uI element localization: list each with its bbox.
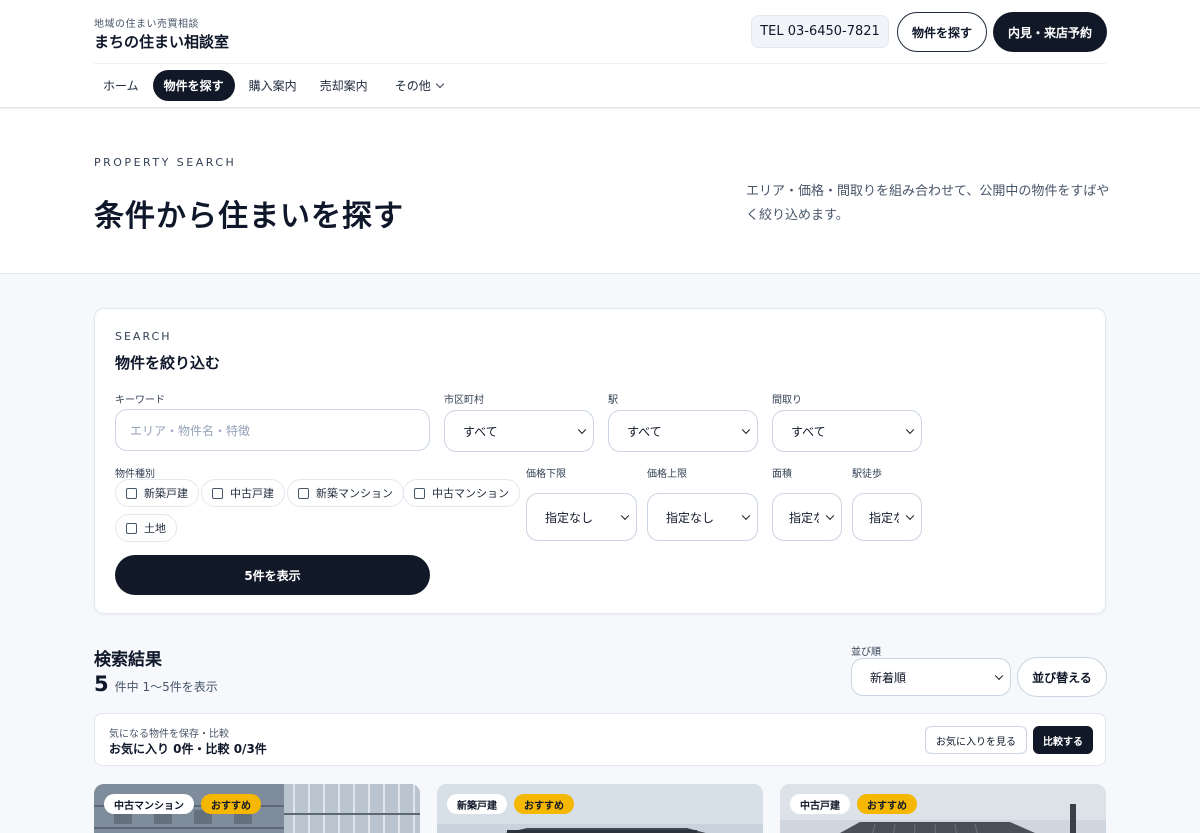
price-min-value: 指定なし <box>545 510 594 525</box>
type-checkbox-used-house[interactable]: 中古戸建 <box>201 479 285 507</box>
type-checkbox-new-house[interactable]: 新築戸建 <box>115 479 199 507</box>
search-eyebrow: SEARCH <box>115 330 172 343</box>
city-select[interactable]: すべて <box>444 410 594 452</box>
chevron-down-icon <box>905 511 915 521</box>
station-select[interactable]: すべて <box>608 410 758 452</box>
main-nav: ホーム 物件を探す 購入案内 売却案内 その他 <box>94 70 457 101</box>
property-type-label: 物件種別 <box>115 469 155 480</box>
recommended-badge: おすすめ <box>857 794 917 814</box>
chevron-down-icon <box>741 511 751 521</box>
price-max-select[interactable]: 指定なし <box>647 493 758 541</box>
hero-eyebrow: PROPERTY SEARCH <box>94 156 237 169</box>
price-max-label: 価格上限 <box>647 469 687 480</box>
type-checkbox-new-mansion[interactable]: 新築マンション <box>287 479 404 507</box>
layout-select[interactable]: すべて <box>772 410 922 452</box>
layout-label: 間取り <box>772 395 802 406</box>
site-header: 地域の住まい売買相談 まちの住まい相談室 TEL 03-6450-7821 物件… <box>0 0 1200 108</box>
walk-select[interactable]: 指定なし <box>852 493 922 541</box>
sort-select-value: 新着順 <box>870 670 907 685</box>
compare-button[interactable]: 比較する <box>1033 726 1093 754</box>
area-select[interactable]: 指定なし <box>772 493 842 541</box>
type-label-land: 土地 <box>144 522 166 535</box>
hero-description: エリア・価格・間取りを組み合わせて、公開中の物件をすばやく絞り込めます。 <box>746 184 1110 223</box>
walk-value: 指定なし <box>869 510 899 525</box>
checkbox-icon <box>414 487 425 499</box>
checkbox-icon <box>212 487 223 499</box>
chevron-down-icon <box>741 425 751 435</box>
price-max-value: 指定なし <box>666 510 715 525</box>
sort-select[interactable]: 新着順 <box>851 658 1011 696</box>
checkbox-icon <box>126 487 137 499</box>
nav-item-search[interactable]: 物件を探す <box>152 70 235 101</box>
keyword-input[interactable]: エリア・物件名・特徴 <box>115 409 430 451</box>
reserve-button[interactable]: 内見・来店予約 <box>993 12 1107 52</box>
results-count: 5 件中 1〜5件を表示 <box>94 672 218 696</box>
brand-logo[interactable]: まちの住まい相談室 <box>94 31 229 52</box>
walk-label: 駅徒歩 <box>852 469 882 480</box>
favorites-bar: 気になる物件を保存・比較 お気に入り 0件・比較 0/3件 お気に入りを見る 比… <box>94 713 1106 766</box>
property-card[interactable]: 中古マンション おすすめ <box>94 784 420 833</box>
chevron-down-icon <box>577 425 587 435</box>
city-label: 市区町村 <box>444 395 484 406</box>
type-checkbox-used-mansion[interactable]: 中古マンション <box>403 479 520 507</box>
station-label: 駅 <box>608 395 618 406</box>
results-title: 検索結果 <box>94 650 162 670</box>
nav-item-other-label: その他 <box>394 79 431 93</box>
page-title: 条件から住まいを探す <box>94 199 404 234</box>
header-divider <box>94 63 1106 64</box>
nav-item-other[interactable]: その他 <box>382 70 452 101</box>
search-panel: SEARCH 物件を絞り込む キーワード エリア・物件名・特徴 市区町村 すべて… <box>94 308 1106 614</box>
chevron-down-icon <box>620 511 630 521</box>
show-results-button[interactable]: 5件を表示 <box>115 555 430 595</box>
checkbox-icon <box>298 487 309 499</box>
type-label-new-mansion: 新築マンション <box>316 487 393 500</box>
price-min-label: 価格下限 <box>526 469 566 480</box>
favorites-status: お気に入り 0件・比較 0/3件 <box>109 742 267 756</box>
recommended-badge: おすすめ <box>514 794 574 814</box>
area-value: 指定なし <box>789 510 819 525</box>
area-label: 面積 <box>772 469 792 480</box>
chevron-down-icon <box>905 425 915 435</box>
results-count-number: 5 <box>94 672 109 696</box>
checkbox-icon <box>126 522 137 534</box>
favorites-subtitle: 気になる物件を保存・比較 <box>109 729 229 740</box>
header-search-button[interactable]: 物件を探す <box>897 12 987 52</box>
station-select-value: すべて <box>627 424 662 439</box>
hero-section: PROPERTY SEARCH 条件から住まいを探す エリア・価格・間取りを組み… <box>0 109 1200 274</box>
nav-item-home[interactable]: ホーム <box>94 70 148 101</box>
phone-number[interactable]: TEL 03-6450-7821 <box>751 15 889 48</box>
chevron-down-icon <box>994 671 1004 681</box>
sort-label: 並び順 <box>851 647 881 658</box>
city-select-value: すべて <box>463 424 498 439</box>
nav-item-purchase[interactable]: 購入案内 <box>240 70 306 101</box>
type-label-used-mansion: 中古マンション <box>432 487 509 500</box>
chevron-down-icon <box>825 511 835 521</box>
property-card[interactable]: 新築戸建 おすすめ <box>437 784 763 833</box>
brand-tagline: 地域の住まい売買相談 <box>94 19 199 30</box>
view-favorites-button[interactable]: お気に入りを見る <box>925 726 1027 754</box>
type-label-used-house: 中古戸建 <box>230 487 274 500</box>
results-count-text: 件中 1〜5件を表示 <box>114 680 218 694</box>
sort-button[interactable]: 並び替える <box>1017 657 1107 697</box>
property-card[interactable]: 中古戸建 おすすめ <box>780 784 1106 833</box>
layout-select-value: すべて <box>791 424 826 439</box>
type-label-new-house: 新築戸建 <box>144 487 188 500</box>
property-type-badge: 新築戸建 <box>447 794 507 814</box>
keyword-label: キーワード <box>115 395 165 406</box>
recommended-badge: おすすめ <box>201 794 261 814</box>
chevron-down-icon <box>435 79 444 89</box>
property-type-badge: 中古戸建 <box>790 794 850 814</box>
price-min-select[interactable]: 指定なし <box>526 493 637 541</box>
property-type-badge: 中古マンション <box>104 794 194 814</box>
type-checkbox-land[interactable]: 土地 <box>115 514 177 542</box>
nav-item-sale[interactable]: 売却案内 <box>311 70 377 101</box>
search-title: 物件を絞り込む <box>115 354 221 372</box>
